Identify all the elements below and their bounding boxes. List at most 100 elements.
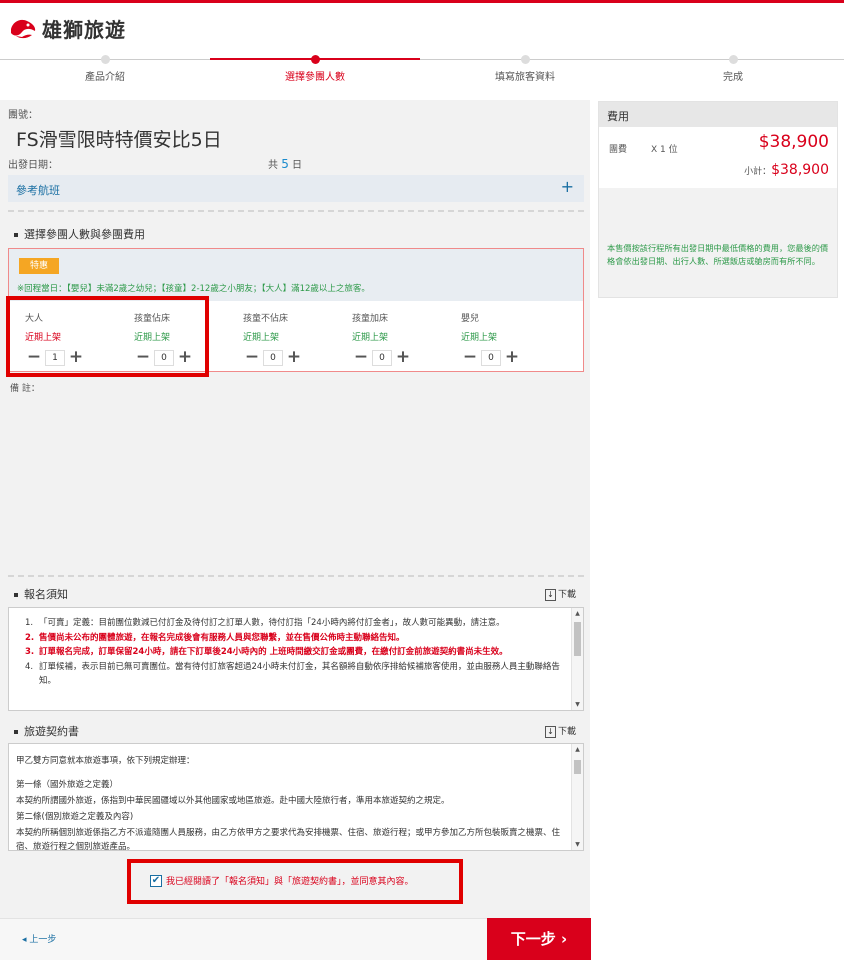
notice-download-link[interactable]: ↓ 下載 xyxy=(545,587,576,601)
section-divider xyxy=(8,575,584,577)
next-step-label: 下一步 xyxy=(510,930,556,948)
notice-title-text: 報名須知 xyxy=(24,588,68,601)
step-dot xyxy=(520,55,530,64)
contract-download-link[interactable]: ↓ 下載 xyxy=(545,724,576,738)
prev-step-link[interactable]: ◂ 上一步 xyxy=(22,932,56,945)
pax-infant: 嬰兒 近期上架 − 0 + xyxy=(461,311,561,367)
bullet-square-icon xyxy=(14,233,18,237)
fee-quantity: X 1 位 xyxy=(651,145,678,155)
highlight-box-agree xyxy=(127,859,463,904)
scroll-thumb[interactable] xyxy=(574,622,581,656)
notice-scrollbar[interactable]: ▲ ▼ xyxy=(571,608,583,710)
quantity-stepper: − 0 + xyxy=(352,349,452,367)
pax-status: 近期上架 xyxy=(243,333,280,343)
notice-text: 訂單候補，表示目前已無可賣團位。當有待付訂旅客超過24小時未付訂金，其名額將自動… xyxy=(39,661,560,687)
top-accent-line xyxy=(0,0,844,3)
download-icon: ↓ xyxy=(545,725,556,738)
pax-type-label: 嬰兒 xyxy=(461,314,480,324)
fee-title: 費用 xyxy=(607,110,629,123)
step-dot xyxy=(728,55,738,64)
step-dot xyxy=(100,55,110,64)
subtotal-label: 小計： xyxy=(744,167,772,177)
age-definition-note: ※回程當日：【嬰兒】未滿2歲之幼兒；【孩童】2-12歲之小朋友；【大人】滿12歲… xyxy=(17,284,370,294)
fee-body: 團費 X 1 位 $38,900 小計：$38,900 xyxy=(599,127,837,188)
contract-gap xyxy=(16,770,567,778)
scroll-up-icon[interactable]: ▲ xyxy=(572,610,583,617)
expand-plus-icon[interactable]: + xyxy=(561,177,574,196)
tour-title: FS滑雪限時特價安比5日 xyxy=(16,129,222,151)
next-step-button[interactable]: 下一步 › xyxy=(487,918,591,960)
bullet-square-icon xyxy=(14,593,18,597)
pax-box-header: 特惠 ※回程當日：【嬰兒】未滿2歲之幼兒；【孩童】2-12歲之小朋友；【大人】滿… xyxy=(9,249,583,301)
contract-scrollbar[interactable]: ▲ ▼ xyxy=(571,744,583,850)
minus-button[interactable]: − xyxy=(461,349,479,367)
notice-number: 1. xyxy=(25,618,34,628)
notice-number: 2. xyxy=(25,632,35,643)
download-label: 下載 xyxy=(558,727,577,737)
section-divider xyxy=(8,210,584,212)
step-dot xyxy=(310,55,320,64)
progress-steps: 產品介紹 選擇參團人數 填寫旅客資料 完成 xyxy=(0,52,844,92)
notice-text: 「可賣」定義：目前團位數減已付訂金及待付訂之訂單人數，待付訂指「24小時內將付訂… xyxy=(39,618,505,628)
plus-button[interactable]: + xyxy=(394,349,412,367)
fee-header: 費用 xyxy=(599,102,837,127)
reference-flight-label: 參考航班 xyxy=(16,184,60,197)
pax-status: 近期上架 xyxy=(461,333,498,343)
contract-section-title: 旅遊契約書 xyxy=(14,723,79,739)
scroll-down-icon[interactable]: ▼ xyxy=(572,701,583,708)
pax-section-title: 選擇參團人數與參團費用 xyxy=(14,226,145,242)
step-traveler-info: 填寫旅客資料 xyxy=(420,52,630,83)
pax-child-extra-bed: 孩童加床 近期上架 − 0 + xyxy=(352,311,452,367)
bullet-square-icon xyxy=(14,730,18,734)
notice-item: 4. 訂單候補，表示目前已無可賣團位。當有待付訂旅客超過24小時未付訂金，其名額將… xyxy=(25,660,563,689)
scroll-up-icon[interactable]: ▲ xyxy=(572,746,583,753)
notice-item: 1. 「可賣」定義：目前團位數減已付訂金及待付訂之訂單人數，待付訂指「24小時內將… xyxy=(25,616,563,631)
notice-section-title: 報名須知 xyxy=(14,586,68,602)
notice-item: 3. 訂單報名完成，訂單保留24小時，請在下訂單後24小時內的 上班時間繳交訂金或… xyxy=(25,645,563,660)
days-value: 5 xyxy=(281,157,289,171)
pax-type-label: 孩童加床 xyxy=(352,314,389,324)
notice-text: 訂單報名完成，訂單保留24小時，請在下訂單後24小時內的 上班時間繳交訂金或團費… xyxy=(39,647,508,657)
brand-logo[interactable]: 雄獅旅遊 xyxy=(8,14,126,43)
notice-number: 4. xyxy=(25,661,34,672)
quantity-stepper: − 0 + xyxy=(243,349,343,367)
quantity-value[interactable]: 0 xyxy=(263,350,283,366)
step-label: 填寫旅客資料 xyxy=(495,72,555,83)
minus-button[interactable]: − xyxy=(352,349,370,367)
quantity-value[interactable]: 0 xyxy=(372,350,392,366)
subtotal-value: $38,900 xyxy=(771,162,829,178)
scroll-down-icon[interactable]: ▼ xyxy=(572,841,583,848)
reference-flight-toggle[interactable]: 參考航班 + xyxy=(8,175,584,202)
fee-item-label: 團費 xyxy=(609,145,628,155)
step-label: 選擇參團人數 xyxy=(285,72,345,83)
contract-title-text: 旅遊契約書 xyxy=(24,725,79,738)
contract-line: 本契約所稱個別旅遊係指乙方不派遣隨團人員服務，由乙方依甲方之要求代為安排機票、住… xyxy=(16,828,561,851)
step-label: 產品介紹 xyxy=(85,72,125,83)
contract-line: 甲乙雙方同意就本旅遊事項，依下列規定辦理： xyxy=(16,756,195,766)
scroll-thumb[interactable] xyxy=(574,760,581,774)
notice-list: 1. 「可賣」定義：目前團位數減已付訂金及待付訂之訂單人數，待付訂指「24小時內將… xyxy=(9,608,583,689)
step-label: 完成 xyxy=(723,72,743,83)
days-suffix: 日 xyxy=(292,160,303,171)
contract-scroll-box[interactable]: 甲乙雙方同意就本旅遊事項，依下列規定辦理： 第一條（國外旅遊之定義） 本契約所謂… xyxy=(8,743,584,851)
notice-number: 3. xyxy=(25,647,35,657)
contract-line: 第一條（國外旅遊之定義） xyxy=(16,780,119,790)
lion-logo-icon xyxy=(11,19,36,38)
notice-item: 2. 售價尚未公布的團體旅遊，在報名完成後會有服務人員與您聯繫，並在售價公佈時主動… xyxy=(25,631,563,646)
tour-number-label: 團號： xyxy=(8,110,38,121)
plus-button[interactable]: + xyxy=(503,349,521,367)
price-note: 本售價按該行程所有出發日期中最低價格的費用，您最後的價格會依出發日期、出行人數、… xyxy=(607,243,829,266)
quantity-stepper: − 0 + xyxy=(461,349,561,367)
plus-button[interactable]: + xyxy=(285,349,303,367)
download-icon: ↓ xyxy=(545,588,556,601)
notice-text: 售價尚未公布的團體旅遊，在報名完成後會有服務人員與您聯繫，並在售價公佈時主動聯絡… xyxy=(39,632,405,643)
remark-label: 備 註： xyxy=(10,384,40,394)
tour-days: 共 5 日 xyxy=(268,156,302,171)
special-offer-badge: 特惠 xyxy=(19,258,59,274)
notice-scroll-box[interactable]: 1. 「可賣」定義：目前團位數減已付訂金及待付訂之訂單人數，待付訂指「24小時內將… xyxy=(8,607,584,711)
minus-button[interactable]: − xyxy=(243,349,261,367)
quantity-value[interactable]: 0 xyxy=(481,350,501,366)
step-select-pax: 選擇參團人數 xyxy=(210,52,420,83)
next-arrow-icon: › xyxy=(561,930,568,948)
highlight-box-pax xyxy=(6,296,209,377)
